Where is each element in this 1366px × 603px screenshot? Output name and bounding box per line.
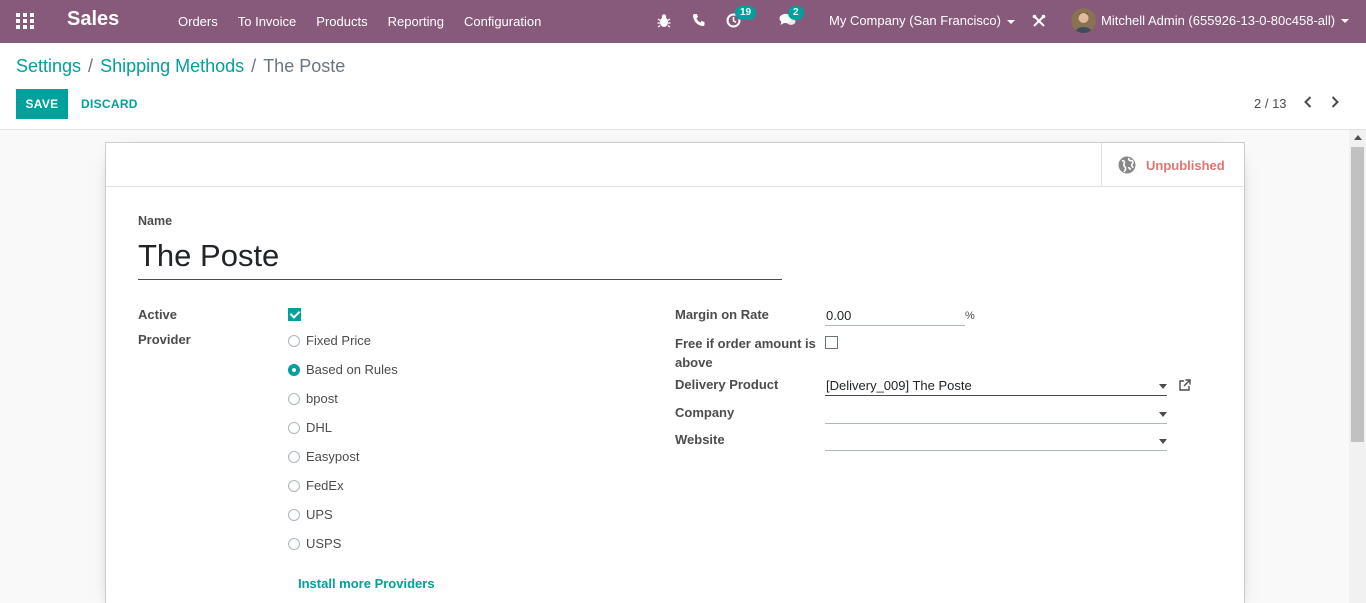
margin-on-rate-label: Margin on Rate [675,307,769,322]
debug-bug-icon[interactable] [657,13,671,32]
company-label: Company [675,405,735,420]
control-panel: Settings / Shipping Methods / The Poste … [0,43,1366,130]
radio-button-selected[interactable] [288,363,300,376]
breadcrumb: Settings / Shipping Methods / The Poste [16,56,345,77]
tools-icon[interactable] [1032,14,1046,31]
company-input[interactable] [825,403,1167,424]
active-checkbox[interactable] [288,308,301,321]
menu-item-configuration[interactable]: Configuration [454,14,551,29]
provider-option-label: FedEx [306,478,344,493]
messages-chat-icon[interactable]: 2 [779,6,804,30]
provider-option-label: USPS [306,536,342,551]
menu-item-products[interactable]: Products [306,14,377,29]
chevron-down-icon[interactable] [1159,412,1167,417]
avatar [1071,8,1096,33]
percent-unit: % [965,310,975,322]
provider-option-label: Easypost [306,449,360,464]
provider-option-label: Based on Rules [306,362,398,377]
user-name: Mitchell Admin (655926-13-0-80c458-all) [1101,13,1336,28]
provider-option-label: bpost [306,391,338,406]
chevron-down-icon[interactable] [1159,439,1167,444]
chevron-down-icon[interactable] [1159,384,1167,389]
company-switcher[interactable]: My Company (San Francisco) [829,13,1015,28]
provider-option-fixed-price[interactable]: Fixed Price [288,333,371,348]
globe-icon [1118,156,1136,174]
free-label-line1: Free if order amount is [675,336,816,351]
free-label-line2: above [675,355,713,370]
messages-count-badge: 2 [788,6,804,20]
pager-next-icon[interactable] [1328,94,1342,110]
chevron-down-icon [1341,18,1350,23]
provider-option-label: DHL [306,420,333,435]
delivery-product-label: Delivery Product [675,377,779,392]
active-label: Active [138,307,178,322]
radio-button[interactable] [288,334,300,347]
breadcrumb-separator: / [88,56,94,76]
radio-button[interactable] [288,537,300,550]
discard-button[interactable]: DISCARD [73,89,146,119]
breadcrumb-settings[interactable]: Settings [16,56,81,77]
breadcrumb-separator: / [251,56,257,76]
menu-item-reporting[interactable]: Reporting [378,14,454,29]
provider-option-easypost[interactable]: Easypost [288,449,359,464]
app-brand[interactable]: Sales [67,8,119,31]
name-label: Name [138,214,173,228]
activity-count-badge: 19 [735,6,757,20]
save-button[interactable]: SAVE [16,89,68,119]
provider-option-dhl[interactable]: DHL [288,420,332,435]
radio-button[interactable] [288,508,300,521]
delivery-product-input[interactable] [825,375,1167,396]
user-menu[interactable]: Mitchell Admin (655926-13-0-80c458-all) [1071,8,1350,33]
provider-option-based-on-rules[interactable]: Based on Rules [288,362,398,377]
menu-item-to-invoice[interactable]: To Invoice [228,14,307,29]
activity-clock-icon[interactable]: 19 [726,6,757,31]
publish-status: Unpublished [1146,157,1225,173]
breadcrumb-current: The Poste [263,56,346,76]
margin-on-rate-input[interactable] [825,305,965,326]
publish-toggle-button[interactable]: Unpublished [1101,143,1244,187]
free-if-over-checkbox[interactable] [825,336,838,349]
install-more-providers-link[interactable]: Install more Providers [298,576,435,591]
provider-option-fedex[interactable]: FedEx [288,478,344,493]
website-input[interactable] [825,430,1167,451]
provider-option-label: Fixed Price [306,333,372,348]
form-sheet: Unpublished Name Active Provider Fixed P… [105,142,1245,603]
provider-label: Provider [138,332,191,347]
provider-option-bpost[interactable]: bpost [288,391,338,406]
name-input[interactable] [138,232,782,280]
chevron-down-icon [1006,19,1015,24]
scroll-up-arrow-icon[interactable] [1354,135,1362,140]
free-if-order-amount-label: Free if order amount is above [675,334,816,372]
main-menu: Orders To Invoice Products Reporting Con… [168,0,551,43]
external-link-icon[interactable] [1178,379,1191,392]
website-label: Website [675,432,725,447]
radio-button[interactable] [288,421,300,434]
radio-button[interactable] [288,479,300,492]
scroll-thumb[interactable] [1351,147,1364,442]
provider-option-usps[interactable]: USPS [288,536,341,551]
pager-value: 2 / 13 [1254,96,1287,111]
apps-menu-icon[interactable] [16,13,34,29]
pager-previous-icon[interactable] [1301,94,1315,110]
provider-option-ups[interactable]: UPS [288,507,333,522]
phone-icon[interactable] [692,13,705,30]
company-switcher-label: My Company (San Francisco) [829,13,1001,28]
top-navbar: Sales Orders To Invoice Products Reporti… [0,0,1366,43]
breadcrumb-shipping-methods[interactable]: Shipping Methods [100,56,244,77]
menu-item-orders[interactable]: Orders [168,14,228,29]
radio-button[interactable] [288,450,300,463]
provider-option-label: UPS [306,507,333,522]
button-box: Unpublished [106,143,1244,187]
page-scrollbar[interactable] [1349,130,1366,603]
radio-button[interactable] [288,392,300,405]
